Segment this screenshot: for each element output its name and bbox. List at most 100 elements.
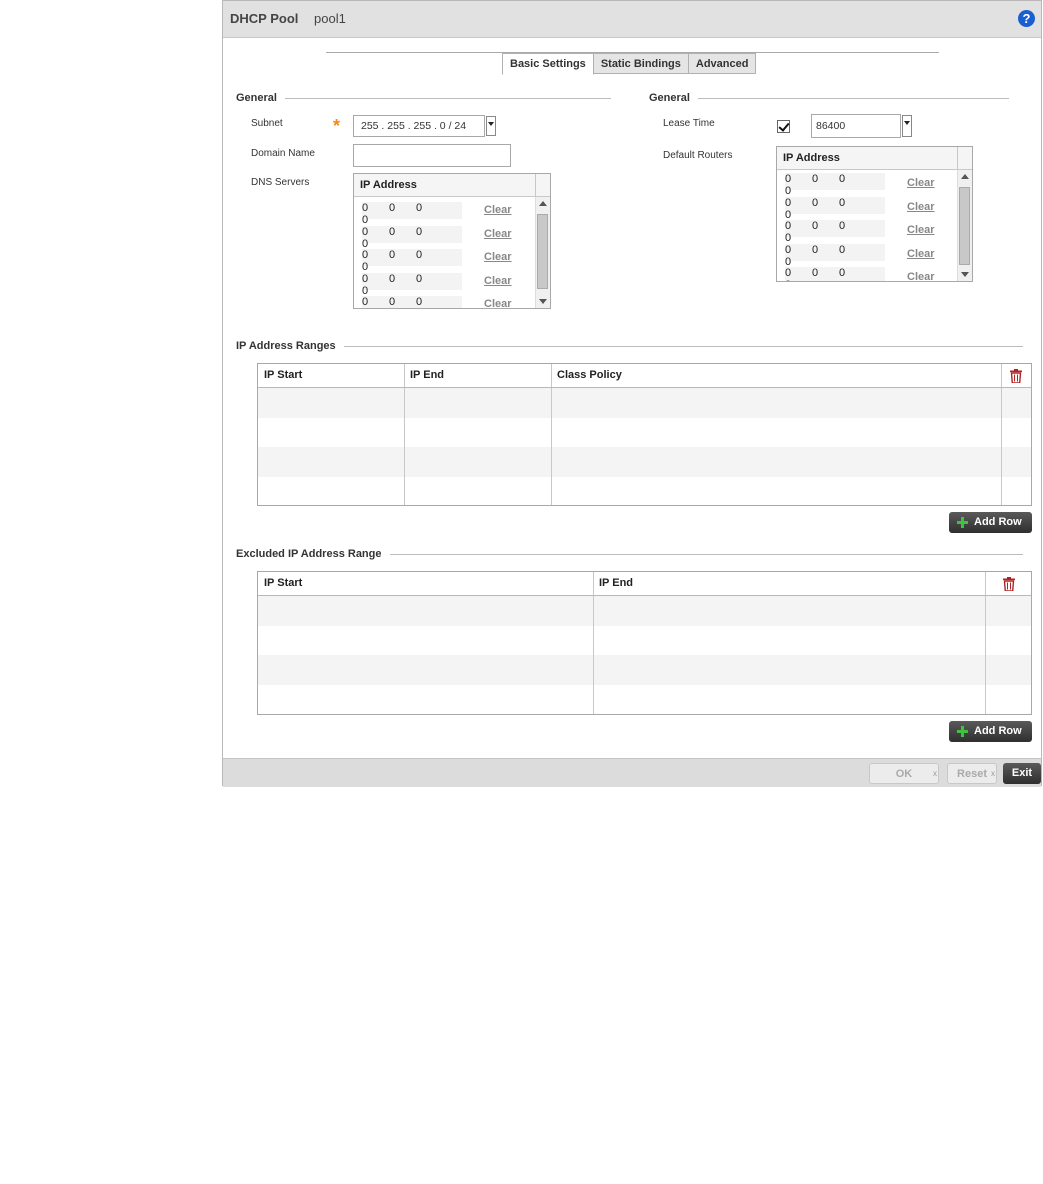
table-row[interactable] [258, 596, 1031, 626]
router-row: 0000 Clear [777, 170, 972, 197]
dhcp-pool-dialog: DHCP Pool pool1 ? Basic Settings Static … [222, 0, 1042, 787]
table-row[interactable] [258, 388, 1031, 418]
ip-address-field[interactable]: 0000 [362, 296, 462, 308]
add-row-button-ranges[interactable]: Add Row [949, 512, 1032, 533]
scroll-up-icon[interactable] [961, 174, 969, 179]
tab-basic-settings[interactable]: Basic Settings [502, 53, 594, 75]
scroll-down-icon[interactable] [539, 299, 547, 304]
trash-icon[interactable] [1010, 369, 1022, 383]
ok-x-mark: x [933, 769, 937, 778]
dns-row: 0000 Clear [354, 268, 550, 297]
table-row[interactable] [258, 477, 1031, 507]
clear-link[interactable]: Clear [907, 224, 935, 236]
ip-address-field[interactable]: 0000 [362, 249, 462, 273]
clear-link[interactable]: Clear [484, 251, 512, 263]
column-ip-end[interactable]: IP End [404, 364, 552, 387]
ip-address-field[interactable]: 0000 [362, 225, 462, 250]
clear-link[interactable]: Clear [907, 177, 935, 189]
router-row: 0000 Clear [777, 194, 972, 221]
ok-button[interactable]: OK x [869, 763, 939, 784]
scroll-thumb[interactable] [959, 187, 970, 265]
dns-row: 0000 Clear [354, 197, 550, 226]
lease-time-dropdown-icon[interactable] [902, 115, 912, 137]
routers-header-label: IP Address [783, 152, 840, 164]
default-routers-label: Default Routers [663, 150, 733, 161]
subnet-label: Subnet [251, 118, 283, 129]
required-indicator: * [333, 116, 341, 136]
router-row: 0000 Clear [777, 217, 972, 244]
domain-name-input[interactable] [353, 144, 511, 167]
table-row[interactable] [258, 418, 1031, 448]
section-divider [236, 98, 611, 99]
ip-ranges-table: IP Start IP End Class Policy [257, 363, 1032, 506]
pool-name: pool1 [314, 11, 346, 26]
add-row-button-excluded[interactable]: Add Row [949, 721, 1032, 742]
dns-header-label: IP Address [360, 179, 417, 191]
ip-address-field[interactable]: 0000 [785, 173, 885, 197]
scroll-up-icon[interactable] [539, 201, 547, 206]
section-divider [649, 98, 1009, 99]
clear-link[interactable]: Clear [484, 228, 512, 240]
table-row[interactable] [258, 447, 1031, 477]
tab-static-bindings[interactable]: Static Bindings [592, 53, 689, 74]
ip-address-field[interactable]: 0000 [785, 267, 885, 281]
ip-address-field[interactable]: 0000 [362, 202, 462, 226]
lease-time-checkbox[interactable] [777, 120, 790, 133]
clear-link[interactable]: Clear [907, 248, 935, 260]
dns-servers-table: IP Address 0 0 00 Clear 0 0 00 Clear 0 0 00 Cl… [353, 173, 551, 309]
reset-label: Reset [957, 768, 987, 780]
routers-table-header: IP Address [777, 147, 972, 170]
subnet-input[interactable]: 255 . 255 . 255 . 0 / 24 [353, 115, 485, 137]
plus-icon [957, 726, 968, 737]
ip-ranges-header: IP Start IP End Class Policy [258, 364, 1031, 388]
dns-row: 0000 Clear [354, 244, 550, 273]
subnet-dropdown-icon[interactable] [486, 116, 496, 136]
section-divider [236, 346, 1023, 347]
exit-button[interactable]: Exit [1003, 763, 1041, 784]
table-row[interactable] [258, 626, 1031, 656]
domain-name-label: Domain Name [251, 148, 315, 159]
column-class-policy[interactable]: Class Policy [551, 364, 1002, 387]
ip-address-field[interactable]: 0000 [785, 196, 885, 221]
clear-link[interactable]: Clear [484, 275, 512, 287]
dialog-title: DHCP Pool [230, 11, 299, 26]
router-row: 0000 Clear [777, 241, 972, 268]
section-title-general-left: General [236, 92, 285, 104]
ok-label: OK [895, 768, 913, 780]
clear-link[interactable]: Clear [484, 298, 512, 308]
reset-button[interactable]: Reset x [947, 763, 997, 784]
title-bar: DHCP Pool pool1 ? [223, 1, 1041, 38]
ip-address-field[interactable]: 0000 [785, 243, 885, 268]
ip-address-field[interactable]: 0000 [362, 272, 462, 297]
help-icon[interactable]: ? [1018, 10, 1035, 27]
clear-link[interactable]: Clear [907, 201, 935, 213]
tab-advanced[interactable]: Advanced [687, 53, 757, 74]
dialog-footer: OK x Reset x Exit [223, 758, 1041, 787]
column-ip-end[interactable]: IP End [593, 572, 986, 595]
table-row[interactable] [258, 685, 1031, 715]
table-row[interactable] [258, 655, 1031, 685]
dns-table-header: IP Address [354, 174, 550, 197]
lease-time-label: Lease Time [663, 118, 715, 129]
scroll-down-icon[interactable] [961, 272, 969, 277]
ip-address-field[interactable]: 0000 [785, 220, 885, 244]
plus-icon [957, 517, 968, 528]
clear-link[interactable]: Clear [484, 204, 512, 216]
routers-scrollbar[interactable] [957, 170, 972, 281]
column-ip-start[interactable]: IP Start [258, 364, 405, 387]
excluded-ranges-table: IP Start IP End [257, 571, 1032, 715]
scroll-thumb[interactable] [537, 214, 548, 289]
column-ip-start[interactable]: IP Start [258, 572, 594, 595]
dns-row: 0000 Clear [354, 291, 550, 308]
dns-row: 0000 Clear [354, 221, 550, 250]
clear-link[interactable]: Clear [907, 271, 935, 281]
trash-icon[interactable] [1003, 577, 1015, 591]
add-row-label: Add Row [974, 725, 1022, 737]
dns-scrollbar[interactable] [535, 197, 550, 308]
lease-time-input[interactable]: 86400 [811, 114, 901, 138]
dns-servers-label: DNS Servers [251, 177, 310, 188]
section-title-general-right: General [649, 92, 698, 104]
router-row: 0000 Clear [777, 264, 972, 281]
tab-bar: Basic Settings Static Bindings Advanced [502, 53, 757, 75]
section-title-ip-ranges: IP Address Ranges [236, 340, 344, 352]
